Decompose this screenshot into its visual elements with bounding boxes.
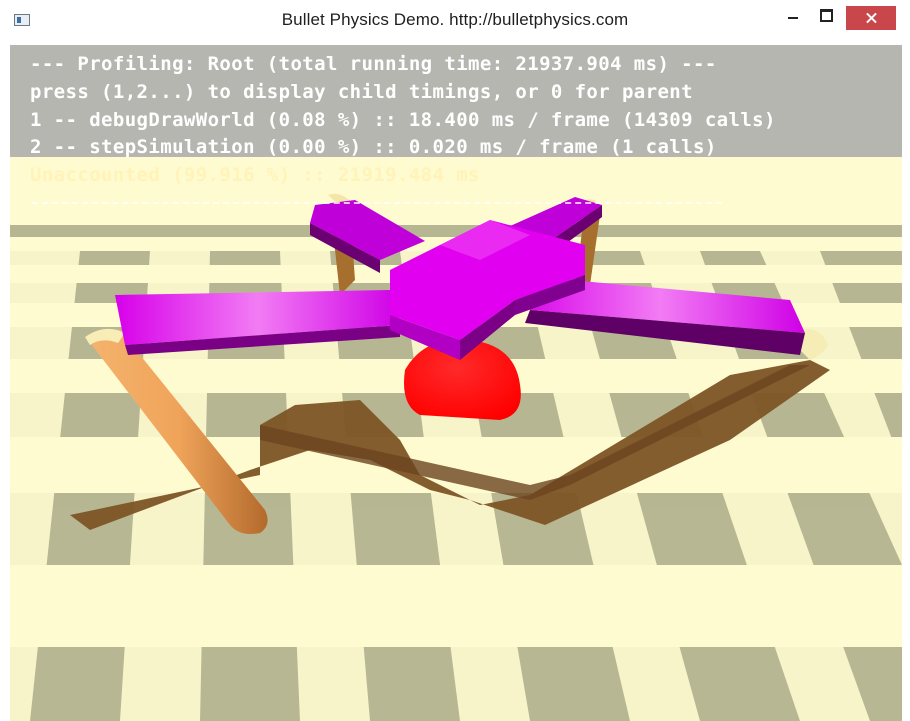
- profiler-unaccounted-line: Unaccounted (99.916 %) :: 21919.484 ms: [30, 164, 480, 186]
- render-viewport[interactable]: --- Profiling: Root (total running time:…: [10, 45, 902, 721]
- app-window: Bullet Physics Demo. http://bulletphysic…: [0, 0, 910, 721]
- minimize-icon[interactable]: [780, 0, 806, 30]
- window-title: Bullet Physics Demo. http://bulletphysic…: [281, 10, 629, 29]
- profiler-entry-debugdraw: 1 -- debugDrawWorld (0.08 %) :: 18.400 m…: [30, 109, 776, 131]
- maximize-icon[interactable]: [812, 0, 838, 30]
- profiler-help-line: press (1,2...) to display child timings,…: [30, 81, 693, 103]
- profiler-separator: [32, 202, 722, 204]
- profiler-title-line: --- Profiling: Root (total running time:…: [30, 53, 717, 75]
- title-bar[interactable]: Bullet Physics Demo. http://bulletphysic…: [0, 0, 910, 44]
- profiler-entry-stepsimulation: 2 -- stepSimulation (0.00 %) :: 0.020 ms…: [30, 136, 717, 158]
- close-icon[interactable]: [846, 6, 896, 30]
